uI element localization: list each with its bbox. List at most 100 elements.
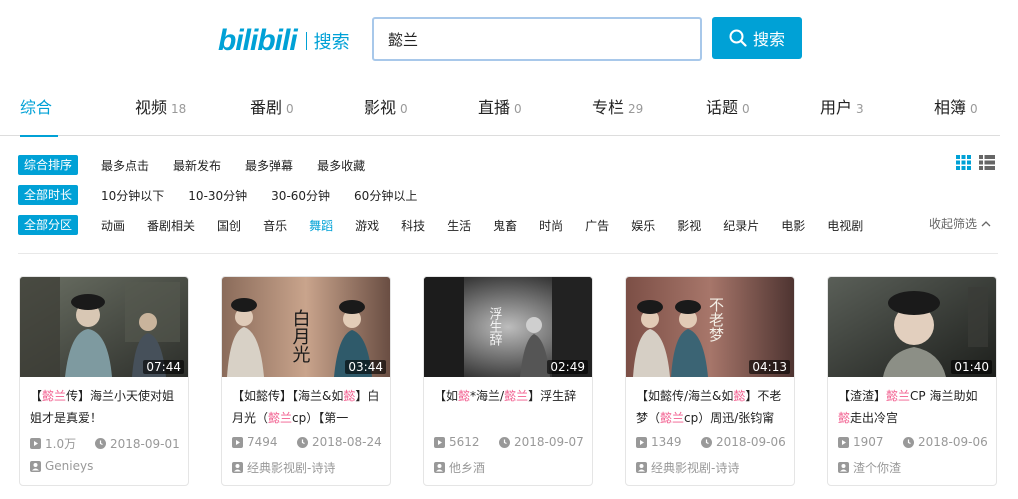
tab-label: 综合 xyxy=(20,98,53,117)
video-card[interactable]: 07:44 【懿兰传】海兰小天使对姐姐才是真爱！ 1.0万 2018-09-01… xyxy=(19,276,189,486)
video-meta: 1.0万 2018-09-01 xyxy=(30,435,182,452)
filter-zone-option[interactable]: 广告 xyxy=(585,217,609,234)
filter-duration-option[interactable]: 30-60分钟 xyxy=(271,187,330,204)
filter-zone-selected[interactable]: 全部分区 xyxy=(18,215,79,235)
play-count: 7494 xyxy=(247,435,278,449)
filter-order-selected[interactable]: 综合排序 xyxy=(18,155,79,175)
tab-count: 0 xyxy=(400,102,408,116)
upload-date: 2018-09-01 xyxy=(110,436,180,451)
filter-zone-option[interactable]: 电视剧 xyxy=(827,217,863,234)
tab-label: 影视 xyxy=(364,98,397,117)
video-thumbnail[interactable]: 白月光 03:44 xyxy=(222,277,390,377)
video-meta: 5612 2018-09-07 xyxy=(434,435,586,449)
tab-live[interactable]: 直播 0 xyxy=(478,94,522,136)
user-icon xyxy=(30,460,41,472)
filter-zone-option[interactable]: 音乐 xyxy=(263,217,287,234)
filter-zone-option[interactable]: 动画 xyxy=(101,217,125,234)
filter-zone-option[interactable]: 影视 xyxy=(677,217,701,234)
filter-duration-option[interactable]: 60分钟以上 xyxy=(354,187,417,204)
video-title[interactable]: 【如懿传/海兰&如懿】不老梦（懿兰cp）周迅/张钧甯 xyxy=(636,385,786,429)
video-card[interactable]: 01:40 【渣渣】懿兰CP 海兰助如懿走出冷宫 1907 2018-09-06… xyxy=(827,276,997,486)
video-title[interactable]: 【渣渣】懿兰CP 海兰助如懿走出冷宫 xyxy=(838,385,988,429)
uploader-link[interactable]: 他乡酒 xyxy=(434,459,485,476)
search-button-label: 搜索 xyxy=(752,30,785,49)
tab-label: 专栏 xyxy=(592,98,625,117)
video-thumbnail[interactable]: 浮生辞 02:49 xyxy=(424,277,592,377)
search-input[interactable] xyxy=(388,30,700,48)
title-keyword: 懿兰 xyxy=(42,389,67,403)
video-thumbnail[interactable]: 07:44 xyxy=(20,277,188,377)
clock-icon xyxy=(701,436,712,448)
tab-album[interactable]: 相簿 0 xyxy=(934,94,978,136)
clock-icon xyxy=(95,438,106,449)
filter-order-option[interactable]: 最新发布 xyxy=(173,157,221,174)
filter-order-option[interactable]: 最多点击 xyxy=(101,157,149,174)
tab-count: 0 xyxy=(514,102,522,116)
video-thumbnail[interactable]: 01:40 xyxy=(828,277,996,377)
user-icon xyxy=(838,462,849,473)
tab-article[interactable]: 专栏 29 xyxy=(592,94,643,136)
title-keyword: 懿兰 xyxy=(886,389,911,403)
filter-duration-option[interactable]: 10分钟以下 xyxy=(101,187,164,204)
logo-subtitle: 搜索 xyxy=(313,32,350,53)
title-text: 】浮生辞 xyxy=(528,389,577,403)
uploader-link[interactable]: Genieys xyxy=(30,459,93,473)
filter-zone-option[interactable]: 鬼畜 xyxy=(493,217,517,234)
filter-zone-option[interactable]: 科技 xyxy=(401,217,425,234)
filter-zone-option[interactable]: 游戏 xyxy=(355,217,379,234)
clock-icon xyxy=(499,436,510,448)
play-count: 1349 xyxy=(651,435,682,449)
filter-zone-option[interactable]: 番剧相关 xyxy=(147,217,195,234)
tab-topic[interactable]: 话题 0 xyxy=(706,94,750,136)
video-card[interactable]: 浮生辞 02:49 【如懿*海兰/懿兰】浮生辞 5612 2018-09-07 … xyxy=(423,276,593,486)
uploader-link[interactable]: 经典影视剧-诗诗 xyxy=(636,459,739,476)
filter-zone-option[interactable]: 时尚 xyxy=(539,217,563,234)
tab-user[interactable]: 用户 3 xyxy=(820,94,864,136)
uploader-name: 经典影视剧-诗诗 xyxy=(651,461,740,475)
video-card[interactable]: 不老梦 04:13 【如懿传/海兰&如懿】不老梦（懿兰cp）周迅/张钧甯 134… xyxy=(625,276,795,486)
thumb-text: 白月光 xyxy=(290,309,311,364)
title-keyword: 懿 xyxy=(733,389,746,403)
uploader-link[interactable]: 经典影视剧-诗诗 xyxy=(232,459,335,476)
search-button[interactable]: 搜索 xyxy=(712,17,802,59)
video-title[interactable]: 【懿兰传】海兰小天使对姐姐才是真爱！ xyxy=(30,385,180,429)
filter-zone-option[interactable]: 电影 xyxy=(781,217,805,234)
tab-video[interactable]: 视频 18 xyxy=(135,94,186,136)
filter-duration-selected[interactable]: 全部时长 xyxy=(18,185,79,205)
filter-zone-option[interactable]: 纪录片 xyxy=(723,217,759,234)
filter-order-option[interactable]: 最多弹幕 xyxy=(245,157,293,174)
title-text: 【渣渣】 xyxy=(838,389,887,403)
tab-movie[interactable]: 影视 0 xyxy=(364,94,408,136)
video-thumbnail[interactable]: 不老梦 04:13 xyxy=(626,277,794,377)
filter-zone-option[interactable]: 生活 xyxy=(447,217,471,234)
upload-date: 2018-09-06 xyxy=(716,435,786,449)
filter-zone-row: 全部分区 动画 番剧相关 国创 音乐 舞蹈 游戏 科技 生活 鬼畜 时尚 广告 … xyxy=(18,215,871,235)
list-view-icon[interactable] xyxy=(979,155,995,170)
video-duration: 04:13 xyxy=(749,360,790,374)
upload-date: 2018-09-07 xyxy=(514,435,584,449)
filter-order-option[interactable]: 最多收藏 xyxy=(317,157,365,174)
filter-zone-option[interactable]: 舞蹈 xyxy=(309,217,333,234)
collapse-filter-button[interactable]: 收起筛选 xyxy=(929,215,991,232)
video-duration: 02:49 xyxy=(547,360,588,374)
tab-label: 用户 xyxy=(820,98,853,117)
search-box[interactable] xyxy=(372,17,702,61)
view-toggle xyxy=(956,155,995,170)
video-card[interactable]: 白月光 03:44 【如懿传】【海兰&如懿】白月光（懿兰cp）【第一 7494 … xyxy=(221,276,391,486)
filter-zone-option[interactable]: 国创 xyxy=(217,217,241,234)
title-keyword: 懿兰 xyxy=(660,411,685,425)
user-icon xyxy=(636,462,647,473)
grid-view-icon[interactable] xyxy=(956,155,971,170)
video-title[interactable]: 【如懿传】【海兰&如懿】白月光（懿兰cp）【第一 xyxy=(232,385,382,429)
uploader-link[interactable]: 渣个你渣 xyxy=(838,459,901,476)
title-text: 走出冷宫 xyxy=(850,411,899,425)
logo-divider xyxy=(305,32,307,50)
tab-count: 0 xyxy=(742,102,750,116)
title-text: 【如懿传/海兰&如 xyxy=(636,389,734,403)
filter-duration-option[interactable]: 10-30分钟 xyxy=(188,187,247,204)
video-title[interactable]: 【如懿*海兰/懿兰】浮生辞 xyxy=(434,385,584,429)
tab-bangumi[interactable]: 番剧 0 xyxy=(250,94,294,136)
tab-all[interactable]: 综合 xyxy=(20,94,58,137)
filter-zone-option[interactable]: 娱乐 xyxy=(631,217,655,234)
bilibili-logo[interactable]: bilibili 搜索 xyxy=(218,26,350,56)
